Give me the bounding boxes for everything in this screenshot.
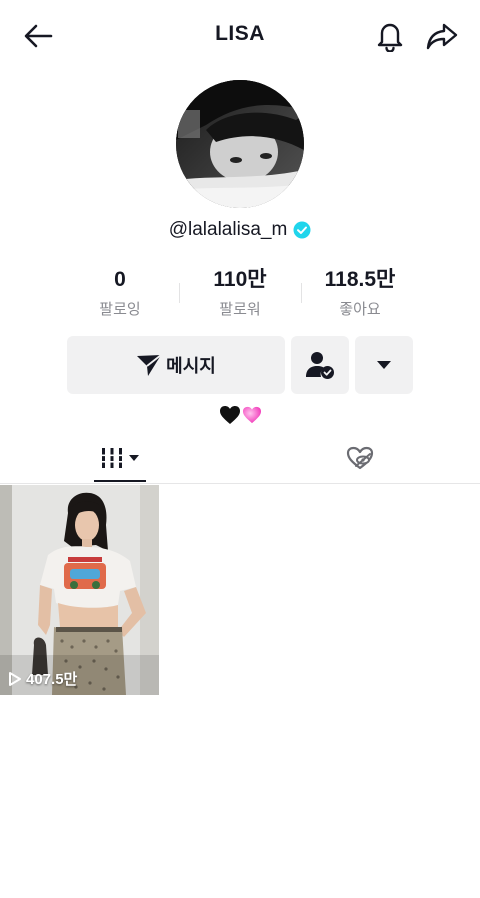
username: @lalalalisa_m bbox=[168, 219, 288, 240]
view-count: 407.5만 bbox=[8, 668, 77, 689]
notification-button[interactable] bbox=[370, 16, 410, 56]
caret-down-icon bbox=[129, 454, 139, 461]
following-label: 팔로잉 bbox=[99, 301, 141, 318]
hidden-heart-icon bbox=[346, 446, 374, 469]
play-outline-icon bbox=[9, 671, 21, 686]
black-heart-icon bbox=[219, 406, 240, 424]
bell-icon bbox=[377, 23, 403, 52]
share-button[interactable] bbox=[422, 16, 462, 56]
stat-likes: 118.5만 좋아요 bbox=[300, 266, 420, 326]
followers-count: 110만 bbox=[213, 268, 267, 291]
message-label: 메시지 bbox=[166, 356, 216, 376]
stat-followers[interactable]: 110만 팔로워 bbox=[180, 266, 300, 326]
view-count-text: 407.5만 bbox=[26, 671, 78, 688]
active-tab-indicator bbox=[94, 480, 146, 482]
tab-liked[interactable] bbox=[334, 432, 386, 483]
share-arrow-icon bbox=[426, 23, 458, 50]
video-cover-image bbox=[0, 485, 159, 695]
bio: 🖤💗 bbox=[0, 405, 480, 425]
following-count: 0 bbox=[114, 268, 126, 291]
grid-lines-icon bbox=[101, 447, 123, 468]
avatar[interactable] bbox=[176, 80, 304, 208]
followers-label: 팔로워 bbox=[219, 301, 261, 318]
content-tabs bbox=[0, 432, 480, 484]
avatar-photo bbox=[176, 80, 304, 208]
pink-heart-icon bbox=[242, 406, 261, 424]
top-bar: LISA bbox=[0, 0, 480, 72]
user-check-icon bbox=[306, 352, 334, 379]
stat-following[interactable]: 0 팔로잉 bbox=[60, 266, 180, 326]
username-row: @lalalalisa_m bbox=[0, 219, 480, 241]
video-thumbnail[interactable]: 407.5만 bbox=[0, 485, 159, 695]
likes-label: 좋아요 bbox=[339, 301, 381, 318]
profile-stats: 0 팔로잉 110만 팔로워 118.5만 좋아요 bbox=[60, 266, 420, 326]
more-options-button[interactable] bbox=[355, 336, 413, 394]
send-icon bbox=[137, 354, 162, 376]
following-status-button[interactable] bbox=[291, 336, 349, 394]
tab-videos[interactable] bbox=[94, 432, 146, 483]
likes-count: 118.5만 bbox=[324, 268, 396, 291]
caret-down-icon bbox=[377, 361, 391, 369]
verified-badge-icon bbox=[293, 221, 311, 239]
message-button[interactable]: 메시지 bbox=[67, 336, 285, 394]
